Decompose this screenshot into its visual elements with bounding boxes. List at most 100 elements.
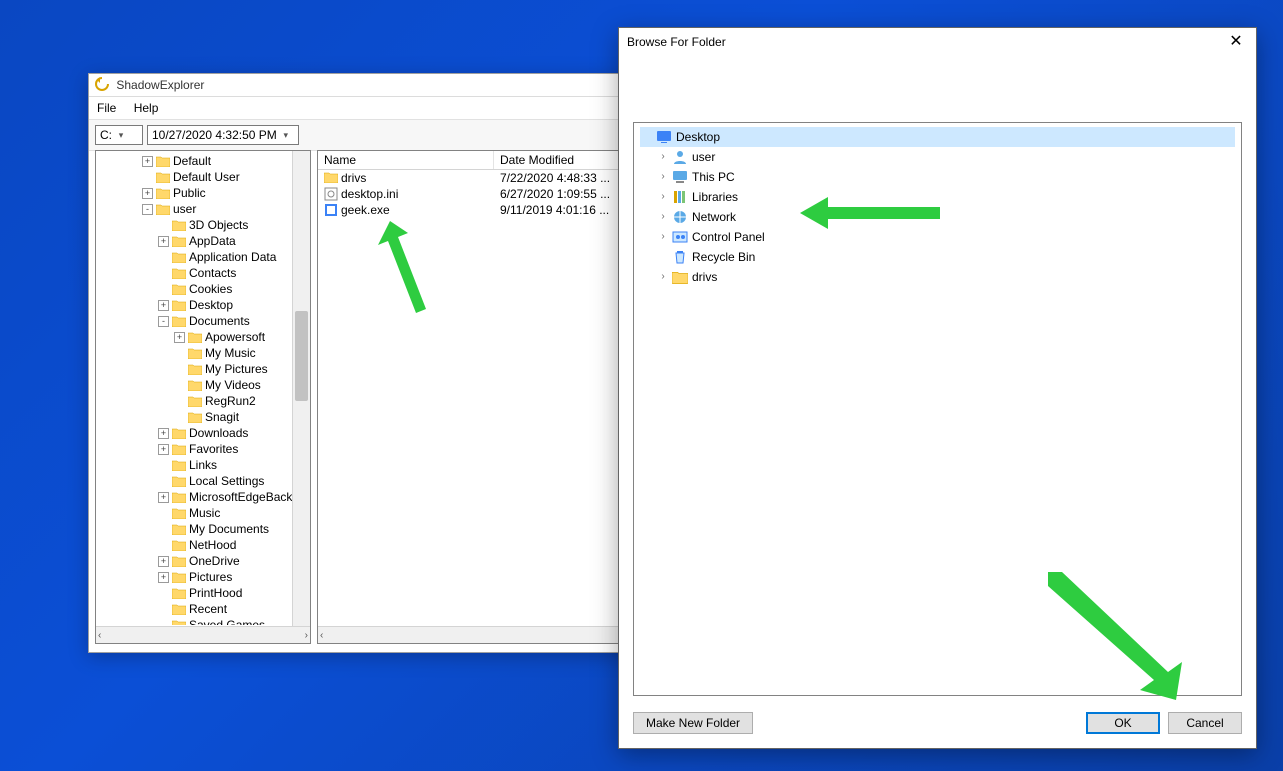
horizontal-scrollbar[interactable]: ‹› <box>96 626 310 643</box>
scrollbar-thumb[interactable] <box>295 311 308 401</box>
snapshot-dropdown[interactable]: 10/27/2020 4:32:50 PM ▾ <box>147 125 299 145</box>
window-title: ShadowExplorer <box>116 78 204 92</box>
browse-tree-node[interactable]: › user <box>640 147 1235 167</box>
dialog-titlebar[interactable]: Browse For Folder ✕ <box>619 28 1256 56</box>
tree-spacer <box>174 348 185 359</box>
tree-node-label: AppData <box>189 233 236 249</box>
folder-icon <box>172 571 186 583</box>
tree-node[interactable]: + Downloads <box>98 425 292 441</box>
folder-icon <box>188 331 202 343</box>
tree-node-label: Cookies <box>189 281 232 297</box>
expand-icon[interactable]: + <box>158 492 169 503</box>
browse-tree-node[interactable]: Desktop <box>640 127 1235 147</box>
tree-node[interactable]: +Public <box>98 185 292 201</box>
tree-node[interactable]: +Favorites <box>98 441 292 457</box>
collapse-icon[interactable]: - <box>142 204 153 215</box>
chevron-right-icon[interactable]: › <box>658 227 668 247</box>
tree-node[interactable]: +MicrosoftEdgeBacku <box>98 489 292 505</box>
browse-node-label: Libraries <box>692 187 738 207</box>
tree-node[interactable]: My Music <box>98 345 292 361</box>
folder-icon <box>172 491 186 503</box>
tree-node[interactable]: My Pictures <box>98 361 292 377</box>
drive-dropdown[interactable]: C: ▾ <box>95 125 143 145</box>
tree-node[interactable]: Contacts <box>98 265 292 281</box>
folder-icon <box>188 363 202 375</box>
tree-node-label: My Music <box>205 345 256 361</box>
tree-node-label: Contacts <box>189 265 236 281</box>
tree-node-label: My Videos <box>205 377 261 393</box>
expand-icon[interactable]: + <box>158 556 169 567</box>
expand-icon[interactable]: + <box>142 188 153 199</box>
tree-node[interactable]: Cookies <box>98 281 292 297</box>
tree-node[interactable]: +Pictures <box>98 569 292 585</box>
menu-file[interactable]: File <box>97 101 116 115</box>
tree-node[interactable]: +Desktop <box>98 297 292 313</box>
tree-node[interactable]: + AppData <box>98 233 292 249</box>
folder-icon <box>172 267 186 279</box>
tree-node[interactable]: Recent <box>98 601 292 617</box>
tree-node[interactable]: My Documents <box>98 521 292 537</box>
make-new-folder-button[interactable]: Make New Folder <box>633 712 753 734</box>
tree-spacer <box>158 508 169 519</box>
tree-node-label: My Pictures <box>205 361 268 377</box>
tree-node[interactable]: My Videos <box>98 377 292 393</box>
menu-help[interactable]: Help <box>134 101 159 115</box>
vertical-scrollbar[interactable] <box>292 151 310 626</box>
browse-for-folder-dialog: Browse For Folder ✕ Desktop › user›This PC… <box>618 27 1257 749</box>
browse-tree-node[interactable]: ›Network <box>640 207 1235 227</box>
ok-button[interactable]: OK <box>1086 712 1160 734</box>
tree-node[interactable]: Default User <box>98 169 292 185</box>
expand-icon[interactable]: + <box>142 156 153 167</box>
browse-tree-node[interactable]: ›drivs <box>640 267 1235 287</box>
tree-node[interactable]: +OneDrive <box>98 553 292 569</box>
tree-spacer <box>174 396 185 407</box>
tree-node[interactable]: Saved Games <box>98 617 292 625</box>
chevron-right-icon[interactable]: › <box>658 207 668 227</box>
cancel-button[interactable]: Cancel <box>1168 712 1242 734</box>
expand-icon[interactable]: + <box>158 444 169 455</box>
tree-node[interactable]: -Documents <box>98 313 292 329</box>
tree-node[interactable]: RegRun2 <box>98 393 292 409</box>
tree-node-label: Default User <box>173 169 240 185</box>
tree-spacer <box>158 460 169 471</box>
tree-node-label: Downloads <box>189 425 248 441</box>
tree-node[interactable]: Snagit <box>98 409 292 425</box>
tree-node[interactable]: NetHood <box>98 537 292 553</box>
browse-node-label: user <box>692 147 715 167</box>
tree-node-label: RegRun2 <box>205 393 256 409</box>
chevron-right-icon[interactable]: › <box>658 167 668 187</box>
tree-node[interactable]: -user <box>98 201 292 217</box>
tree-spacer <box>174 412 185 423</box>
browse-tree-node[interactable]: › Libraries <box>640 187 1235 207</box>
close-button[interactable]: ✕ <box>1224 28 1248 56</box>
expand-icon[interactable]: + <box>158 300 169 311</box>
tree-node[interactable]: Local Settings <box>98 473 292 489</box>
browse-tree-node[interactable]: ›This PC <box>640 167 1235 187</box>
folder-tree[interactable]: Desktop›user›This PC›Libraries›Network›C… <box>633 122 1242 696</box>
tree-node[interactable]: +Apowersoft <box>98 329 292 345</box>
folder-icon <box>188 411 202 423</box>
tree-node[interactable]: Music <box>98 505 292 521</box>
tree-node[interactable]: 3D Objects <box>98 217 292 233</box>
browse-node-label: Desktop <box>676 127 720 147</box>
expand-icon[interactable]: + <box>158 236 169 247</box>
browse-tree-node[interactable]: Recycle Bin <box>640 247 1235 267</box>
tree-node[interactable]: PrintHood <box>98 585 292 601</box>
chevron-right-icon[interactable]: › <box>658 267 668 287</box>
tree-node-label: Application Data <box>189 249 276 265</box>
browse-node-label: Control Panel <box>692 227 765 247</box>
collapse-icon[interactable]: - <box>158 316 169 327</box>
chevron-right-icon[interactable]: › <box>658 147 668 167</box>
expand-icon[interactable]: + <box>158 428 169 439</box>
chevron-right-icon[interactable]: › <box>658 187 668 207</box>
tree-node[interactable]: +Default <box>98 153 292 169</box>
column-name[interactable]: Name <box>318 151 494 169</box>
net-icon <box>672 209 688 225</box>
browse-tree-node[interactable]: › Control Panel <box>640 227 1235 247</box>
tree-spacer <box>174 364 185 375</box>
tree-node[interactable]: Application Data <box>98 249 292 265</box>
expand-icon[interactable]: + <box>174 332 185 343</box>
expand-icon[interactable]: + <box>158 572 169 583</box>
exe-icon <box>324 203 338 217</box>
tree-node[interactable]: Links <box>98 457 292 473</box>
